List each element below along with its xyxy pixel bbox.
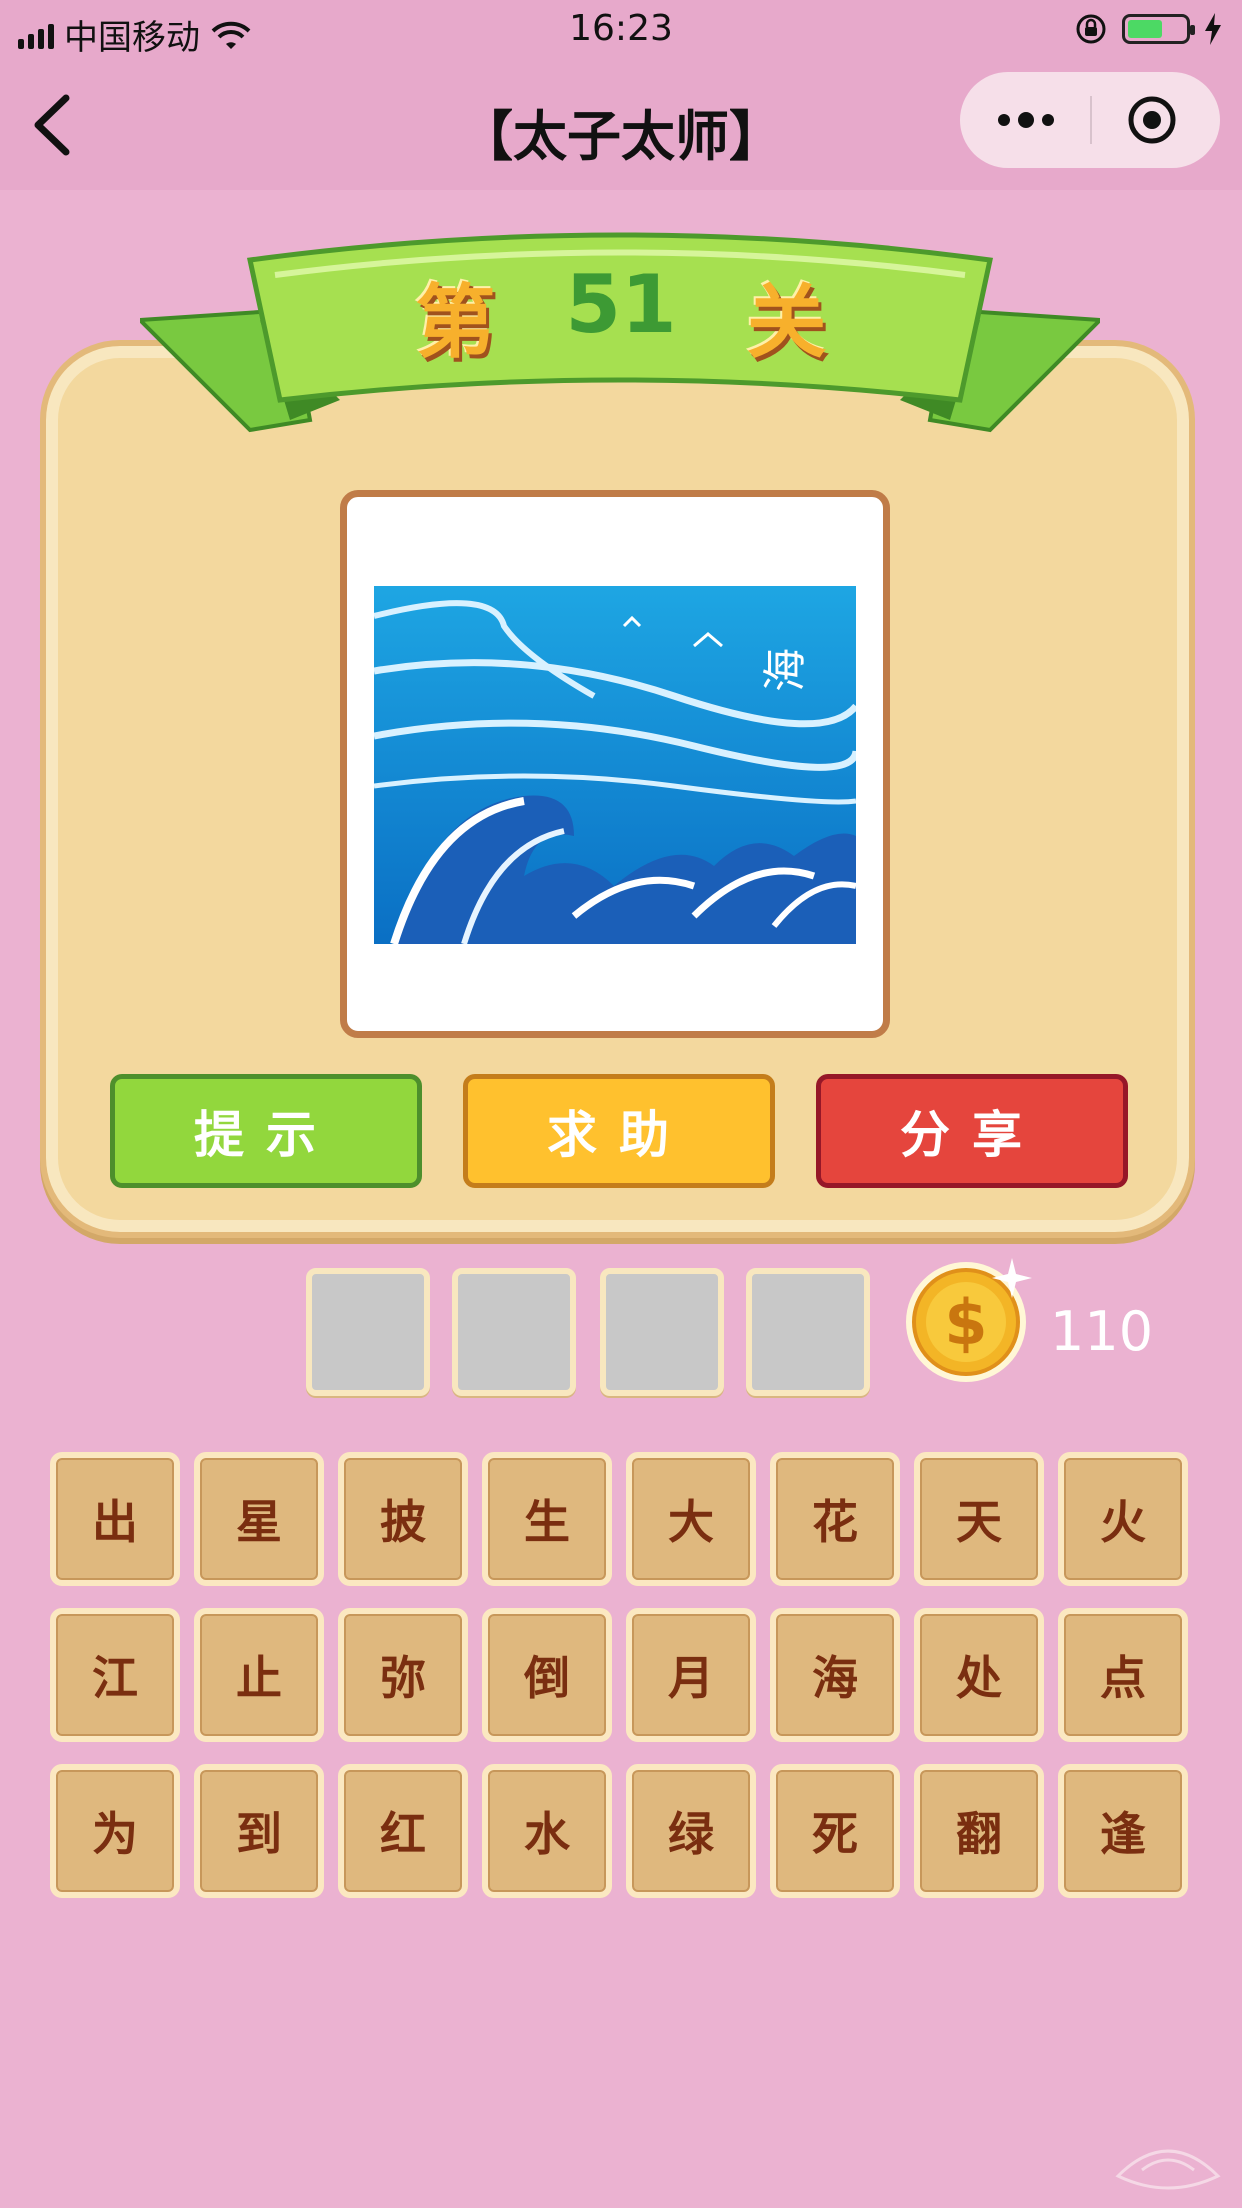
mini-program-capsule: [960, 72, 1220, 168]
char-tile[interactable]: 花: [770, 1452, 900, 1586]
level-number: 51: [565, 258, 677, 351]
char-tile[interactable]: 天: [914, 1452, 1044, 1586]
hint-button[interactable]: 提示: [110, 1074, 422, 1188]
char-tile[interactable]: 为: [50, 1764, 180, 1898]
char-tile[interactable]: 火: [1058, 1452, 1188, 1586]
char-tile[interactable]: 绿: [626, 1764, 756, 1898]
char-tile[interactable]: 倒: [482, 1608, 612, 1742]
char-tile[interactable]: 月: [626, 1608, 756, 1742]
char-tile[interactable]: 止: [194, 1608, 324, 1742]
charging-icon: [1205, 13, 1221, 45]
char-tile[interactable]: 大: [626, 1452, 756, 1586]
char-tile[interactable]: 红: [338, 1764, 468, 1898]
answer-slot-4[interactable]: [746, 1268, 870, 1396]
image-caption-glyph: 海: [760, 648, 811, 692]
answer-slot-1[interactable]: [306, 1268, 430, 1396]
char-tile[interactable]: 处: [914, 1608, 1044, 1742]
char-tile[interactable]: 出: [50, 1452, 180, 1586]
share-button[interactable]: 分享: [816, 1074, 1128, 1188]
more-icon[interactable]: [998, 112, 1058, 128]
level-prefix: 第: [415, 276, 496, 369]
status-right: [1074, 12, 1222, 46]
char-tile[interactable]: 水: [482, 1764, 612, 1898]
capsule-divider: [1090, 96, 1092, 144]
level-title: 第 51 关: [0, 258, 1242, 374]
char-tile[interactable]: 星: [194, 1452, 324, 1586]
nav-bar: 【太子太师】: [0, 62, 1242, 190]
char-tile[interactable]: 江: [50, 1608, 180, 1742]
battery-icon: [1122, 14, 1195, 44]
char-tile[interactable]: 逢: [1058, 1764, 1188, 1898]
answer-slot-3[interactable]: [600, 1268, 724, 1396]
char-tile[interactable]: 生: [482, 1452, 612, 1586]
char-tile[interactable]: 到: [194, 1764, 324, 1898]
rotation-lock-icon: [1076, 14, 1106, 44]
status-bar: 中国移动 16:23: [0, 0, 1242, 62]
puzzle-sea-image: 海: [374, 586, 856, 944]
status-time: 16:23: [569, 8, 673, 49]
char-tile[interactable]: 死: [770, 1764, 900, 1898]
level-suffix: 关: [746, 276, 827, 369]
answer-slot-2[interactable]: [452, 1268, 576, 1396]
help-button[interactable]: 求助: [463, 1074, 775, 1188]
char-tile[interactable]: 翻: [914, 1764, 1044, 1898]
char-tile[interactable]: 弥: [338, 1608, 468, 1742]
watermark-logo: [1115, 2149, 1221, 2190]
char-tile[interactable]: 海: [770, 1608, 900, 1742]
close-target-icon[interactable]: [1126, 94, 1178, 146]
coin-icon: $: [906, 1258, 1032, 1382]
coin-count: 110: [1050, 1300, 1154, 1363]
svg-text:$: $: [944, 1286, 987, 1359]
char-tile[interactable]: 披: [338, 1452, 468, 1586]
char-tile[interactable]: 点: [1058, 1608, 1188, 1742]
